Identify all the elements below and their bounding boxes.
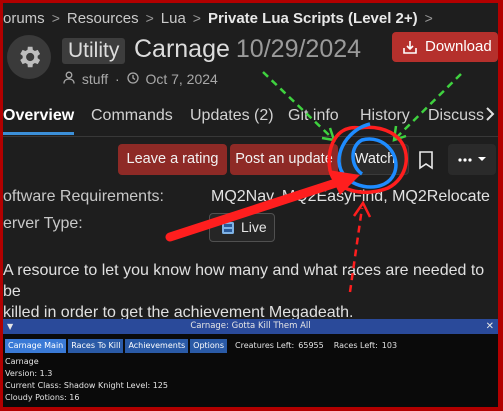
- resource-version: 10/29/2024: [235, 35, 362, 63]
- bookmark-icon: [419, 151, 433, 170]
- breadcrumb-separator: >: [145, 10, 154, 27]
- publish-date: Oct 7, 2024: [145, 71, 218, 88]
- mq-tab-carnage-main[interactable]: Carnage Main: [5, 339, 67, 353]
- breadcrumb-separator: >: [192, 10, 201, 27]
- gear-icon: [20, 46, 41, 68]
- clock-icon: [126, 71, 139, 87]
- breadcrumb-forums[interactable]: orums: [3, 10, 45, 27]
- tab-updates[interactable]: Updates (2): [190, 102, 274, 135]
- breadcrumb-resources[interactable]: Resources: [67, 10, 139, 27]
- user-icon: [63, 71, 75, 87]
- bookmark-button[interactable]: [412, 144, 440, 175]
- tab-git-info[interactable]: Git info: [288, 102, 339, 135]
- chevron-right-icon[interactable]: [485, 106, 497, 128]
- races-left-value: 103: [381, 341, 398, 350]
- tab-overview[interactable]: Overview: [3, 102, 75, 135]
- mq-tab-options[interactable]: Options: [190, 339, 228, 353]
- resource-page: orums > Resources > Lua > Private Lua Scripts …: [3, 3, 498, 407]
- download-label: Download: [425, 38, 492, 55]
- category-tag[interactable]: Utility: [62, 38, 126, 64]
- mq-info-line: Version: 1.3: [5, 369, 53, 378]
- ellipsis-icon: [458, 157, 486, 162]
- game-window-screenshot: ▼ Carnage: Gotta Kill Them All ✕ Carnage…: [3, 319, 498, 407]
- collapse-icon[interactable]: ▼: [7, 319, 13, 334]
- server-type-label: erver Type:: [3, 215, 83, 232]
- mq-info-line: Cloudy Potions: 16: [5, 393, 80, 402]
- page-title: Carnage 10/29/2024: [134, 35, 361, 64]
- breadcrumb-lua[interactable]: Lua: [161, 10, 186, 27]
- mq-tab-races-to-kill[interactable]: Races To Kill: [68, 339, 124, 353]
- breadcrumb-separator: >: [424, 10, 433, 27]
- description-line: A resource to let you know how many and …: [3, 262, 485, 300]
- creatures-left-value: 65955: [298, 341, 324, 350]
- mq-window-title: Carnage: Gotta Kill Them All: [190, 321, 311, 331]
- tab-history[interactable]: History: [360, 102, 410, 135]
- post-update-button[interactable]: Post an update: [230, 144, 338, 175]
- author-link[interactable]: stuff: [82, 71, 108, 87]
- mq-tab-achievements[interactable]: Achievements: [125, 339, 189, 353]
- leave-rating-button[interactable]: Leave a rating: [118, 144, 227, 175]
- close-icon[interactable]: ✕: [486, 319, 494, 334]
- races-left-label: Races Left:: [333, 341, 378, 350]
- more-options-button[interactable]: [448, 144, 496, 175]
- server-icon: [222, 222, 234, 234]
- breadcrumb-current[interactable]: Private Lua Scripts (Level 2+): [208, 10, 418, 27]
- breadcrumb: orums > Resources > Lua > Private Lua Scripts …: [3, 9, 440, 29]
- meta-separator: ·: [114, 71, 120, 88]
- download-button[interactable]: Download: [392, 32, 498, 62]
- mq-tabbar: Carnage Main Races To Kill Achievements Opt…: [5, 339, 397, 353]
- server-type-value: Live: [241, 219, 267, 235]
- resource-name: Carnage: [134, 35, 230, 63]
- resource-logo: [7, 35, 51, 79]
- breadcrumb-separator: >: [51, 10, 60, 27]
- mq-info-line: Current Class: Shadow Knight Level: 125: [5, 381, 168, 390]
- download-icon: [403, 41, 417, 54]
- software-requirements-value: MQ2Nav, MQ2EasyFind, MQ2Relocate: [211, 188, 490, 205]
- mq-info-line: Carnage: [5, 357, 39, 366]
- resource-description: A resource to let you know how many and …: [3, 260, 495, 323]
- tab-discuss[interactable]: Discuss: [428, 102, 484, 135]
- tab-commands[interactable]: Commands: [91, 102, 173, 135]
- mq-window-titlebar: ▼ Carnage: Gotta Kill Them All ✕: [3, 319, 498, 334]
- resource-tabs: Overview Commands Updates (2) Git info H…: [3, 102, 498, 137]
- server-type-badge: Live: [209, 213, 275, 242]
- watch-button[interactable]: Watch: [341, 144, 409, 175]
- software-requirements-label: oftware Requirements:: [3, 188, 164, 205]
- resource-meta: stuff · Oct 7, 2024: [63, 70, 218, 87]
- creatures-left-label: Creatures Left:: [235, 341, 295, 350]
